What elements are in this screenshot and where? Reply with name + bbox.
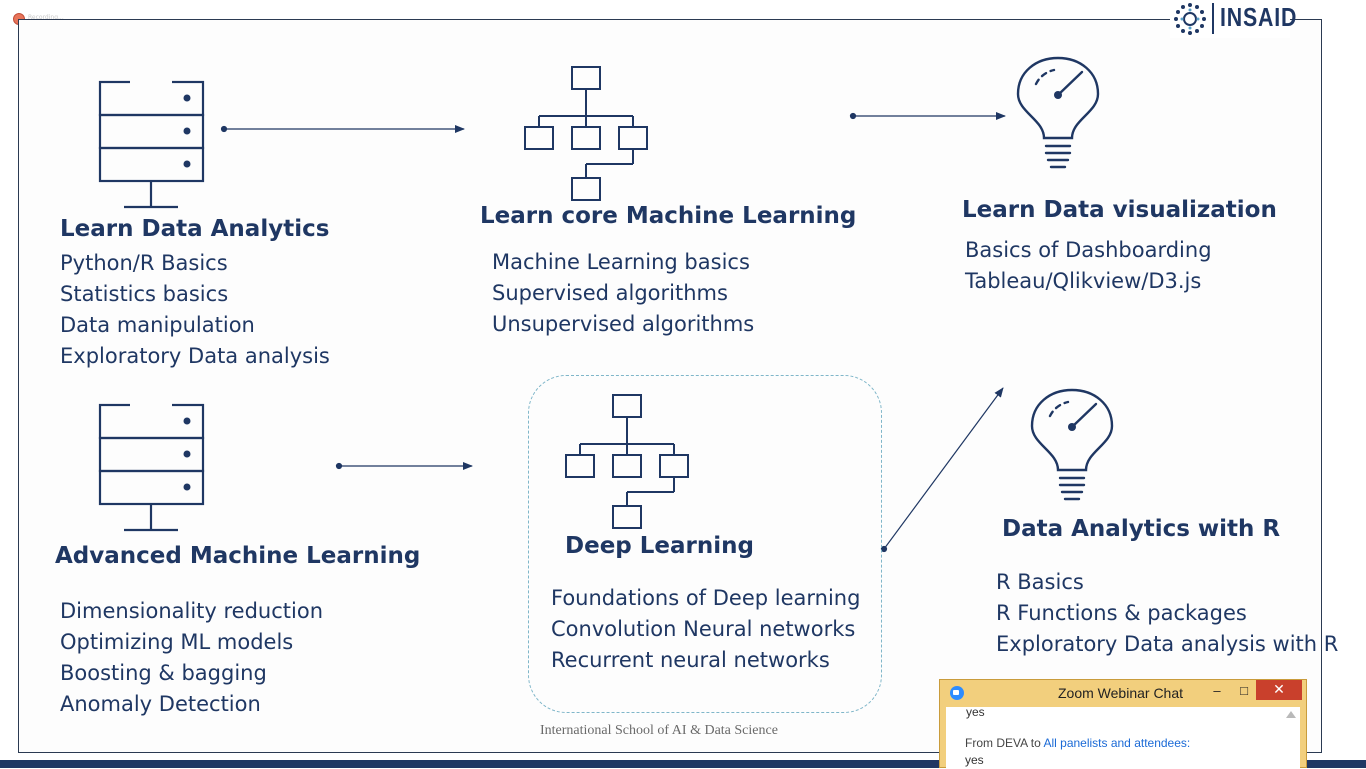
server-icon-2: [98, 401, 205, 532]
lightbulb-icon: [1016, 56, 1100, 169]
section-title-analytics-r: Data Analytics with R: [1002, 516, 1281, 542]
list-item: Supervised algorithms: [492, 281, 728, 305]
chat-message-prev: yes: [966, 705, 985, 719]
maximize-icon[interactable]: □: [1231, 682, 1257, 702]
logo-text: INSAID: [1220, 2, 1298, 32]
lightbulb-icon-2: [1030, 388, 1114, 501]
chat-sender-line: From DEVA to All panelists and attendees…: [965, 736, 1190, 750]
close-icon[interactable]: ✕: [1256, 680, 1302, 700]
server-icon: [98, 78, 205, 209]
list-item: Dimensionality reduction: [60, 599, 324, 623]
section-title-advanced-ml: Advanced Machine Learning: [55, 543, 421, 569]
chat-from-prefix: From DEVA to: [965, 736, 1044, 750]
list-item: Foundations of Deep learning: [551, 586, 861, 610]
zoom-icon: [950, 686, 964, 700]
list-item: Statistics basics: [60, 282, 229, 306]
list-item: R Basics: [996, 570, 1084, 594]
zoom-chat-window[interactable]: Zoom Webinar Chat – □ ✕ yes From DEVA to…: [939, 679, 1308, 769]
list-item: Boosting & bagging: [60, 661, 267, 685]
section-title-data-viz: Learn Data visualization: [962, 197, 1277, 223]
list-analytics-r: R Basics R Functions & packages Explorat…: [996, 567, 1338, 660]
list-item: Machine Learning basics: [492, 250, 750, 274]
list-item: Recurrent neural networks: [551, 648, 830, 672]
scroll-up-icon[interactable]: [1286, 711, 1296, 718]
list-item: Optimizing ML models: [60, 630, 294, 654]
insaid-logo: INSAID: [1170, 0, 1296, 38]
hierarchy-icon: [524, 66, 648, 201]
chat-message: yes: [965, 753, 984, 767]
list-item: Anomaly Detection: [60, 692, 261, 716]
list-item: Basics of Dashboarding: [965, 238, 1212, 262]
section-title-data-analytics: Learn Data Analytics: [60, 216, 330, 242]
list-item: Exploratory Data analysis with R: [996, 632, 1339, 656]
list-item: Data manipulation: [60, 313, 255, 337]
section-title-deep-learning: Deep Learning: [565, 533, 754, 559]
list-advanced-ml: Dimensionality reduction Optimizing ML m…: [60, 596, 323, 720]
logo-divider: [1212, 3, 1214, 34]
list-item: Unsupervised algorithms: [492, 312, 755, 336]
list-item: Python/R Basics: [60, 251, 228, 275]
logo-mark-icon: [1174, 3, 1206, 35]
list-item: Tableau/Qlikview/D3.js: [965, 269, 1202, 293]
list-item: Convolution Neural networks: [551, 617, 856, 641]
list-data-analytics: Python/R Basics Statistics basics Data m…: [60, 248, 330, 372]
list-core-ml: Machine Learning basics Supervised algor…: [492, 247, 754, 340]
chat-title-bar[interactable]: Zoom Webinar Chat – □ ✕: [940, 680, 1308, 706]
list-deep-learning: Foundations of Deep learning Convolution…: [551, 583, 860, 676]
chat-title: Zoom Webinar Chat: [1058, 685, 1184, 701]
minimize-icon[interactable]: –: [1204, 682, 1230, 702]
chat-recipient: All panelists and attendees:: [1043, 736, 1191, 750]
list-item: Exploratory Data analysis: [60, 344, 330, 368]
section-title-core-ml: Learn core Machine Learning: [480, 203, 857, 229]
chat-messages[interactable]: yes From DEVA to All panelists and atten…: [946, 705, 1300, 769]
list-data-viz: Basics of Dashboarding Tableau/Qlikview/…: [965, 235, 1212, 297]
slide-footer: International School of AI & Data Scienc…: [540, 723, 778, 738]
list-item: R Functions & packages: [996, 601, 1247, 625]
